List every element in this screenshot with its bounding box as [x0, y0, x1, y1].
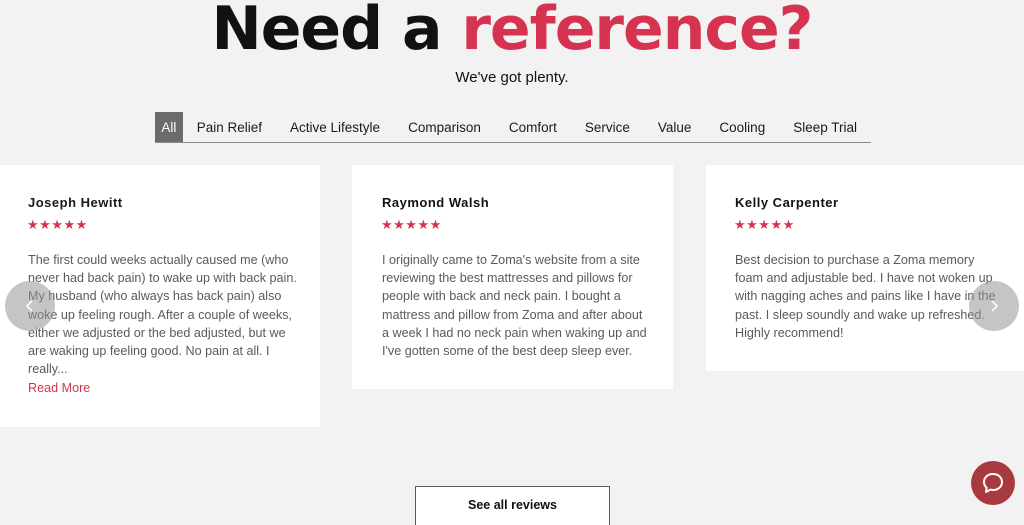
- chat-bubble-icon: [983, 473, 1003, 493]
- review-line: Highly recommend!: [735, 325, 844, 340]
- review-text: The first could weeks actually caused me…: [28, 251, 298, 378]
- carousel-prev-button[interactable]: [5, 281, 55, 331]
- page-title-accent: reference?: [461, 0, 813, 64]
- chevron-left-icon: [25, 300, 33, 312]
- review-line: past. I sleep soundly and wake up refres…: [735, 307, 985, 322]
- review-line: My husband (who always has back pain) al…: [28, 289, 282, 304]
- tab-service[interactable]: Service: [571, 112, 644, 142]
- review-text: Best decision to purchase a Zoma memory …: [735, 251, 1005, 342]
- review-line: never had back pain) to wake up with bac…: [28, 271, 297, 286]
- star-rating: ★★★★★: [27, 217, 88, 232]
- page-subtitle: We've got plenty.: [455, 69, 569, 86]
- review-line: really...: [28, 362, 68, 377]
- review-line: either we adjusted or the bed adjusted, …: [28, 325, 286, 340]
- carousel-next-button[interactable]: [969, 281, 1019, 331]
- review-line: people with back and neck pain. I bought…: [382, 289, 621, 304]
- review-line: The first could weeks actually caused me…: [28, 253, 289, 267]
- review-line: foam and adjustable bed. I have not woke…: [735, 271, 993, 286]
- review-line: with nagging aches and pains like I have…: [735, 289, 996, 304]
- chevron-right-icon: [991, 300, 999, 312]
- review-line: woke up feeling rough. After a couple of…: [28, 307, 292, 322]
- review-line: I originally came to Zoma's website from…: [382, 253, 640, 267]
- tab-pain-relief[interactable]: Pain Relief: [183, 112, 276, 142]
- tab-active-lifestyle[interactable]: Active Lifestyle: [276, 112, 394, 142]
- review-line: mattress and pillow from Zoma and after …: [382, 307, 643, 322]
- review-line: Best decision to purchase a Zoma memory: [735, 253, 975, 267]
- chat-button[interactable]: [971, 461, 1015, 505]
- page-title: Need a reference?: [0, 0, 1024, 64]
- tab-all[interactable]: All: [155, 112, 183, 142]
- review-line: I've gotten some of the best deep sleep …: [382, 344, 633, 359]
- page-title-part1: Need a: [211, 0, 462, 64]
- review-line: reviewing the best mattresses and pillow…: [382, 271, 633, 286]
- tab-sleep-trial[interactable]: Sleep Trial: [779, 112, 871, 142]
- tab-cooling[interactable]: Cooling: [705, 112, 779, 142]
- reviewer-name: Raymond Walsh: [382, 195, 490, 210]
- reviews-section: Need a reference? We've got plenty. All …: [0, 0, 1024, 525]
- filter-tabs: All Pain Relief Active Lifestyle Compari…: [155, 112, 871, 143]
- review-text: I originally came to Zoma's website from…: [382, 251, 652, 360]
- reviewer-name: Joseph Hewitt: [28, 195, 123, 210]
- tab-value[interactable]: Value: [644, 112, 706, 142]
- review-line: are waking up feeling good. No pain at a…: [28, 344, 270, 359]
- see-all-reviews-button[interactable]: See all reviews: [415, 486, 610, 525]
- tab-comfort[interactable]: Comfort: [495, 112, 571, 142]
- reviewer-name: Kelly Carpenter: [735, 195, 839, 210]
- tab-comparison[interactable]: Comparison: [394, 112, 495, 142]
- star-rating: ★★★★★: [734, 217, 795, 232]
- read-more-link[interactable]: Read More: [28, 381, 90, 395]
- star-rating: ★★★★★: [381, 217, 442, 232]
- review-line: a week I had no neck pain when waking up…: [382, 325, 647, 340]
